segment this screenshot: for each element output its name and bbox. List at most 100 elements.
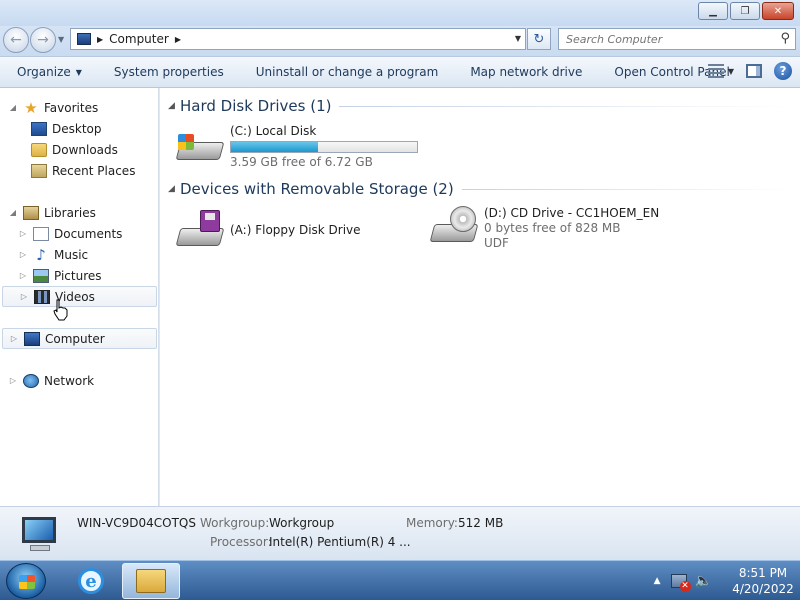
- desktop-icon: [31, 121, 47, 136]
- expanded-arrow-icon[interactable]: ◢: [168, 101, 180, 111]
- address-bar[interactable]: ▶ Computer ▶ ▼: [70, 28, 526, 50]
- nav-item-pictures[interactable]: ▷ Pictures: [18, 265, 102, 286]
- taskbar: e ▲ 🔈 8:51 PM 4/20/2022: [0, 560, 800, 600]
- breadcrumb-separator-icon[interactable]: ▶: [175, 35, 181, 44]
- back-button[interactable]: ←: [3, 27, 29, 53]
- content-area: ◢ Hard Disk Drives (1) (C:) Local Disk 3…: [160, 88, 800, 506]
- collapsed-arrow-icon[interactable]: ▷: [18, 271, 28, 280]
- nav-item-downloads[interactable]: Downloads: [26, 139, 118, 160]
- command-bar: Organize ▼ System properties Uninstall or…: [0, 56, 800, 88]
- system-tray: ▲ 🔈 8:51 PM 4/20/2022: [654, 561, 800, 600]
- nav-label: Documents: [54, 226, 123, 241]
- downloads-folder-icon: [31, 142, 47, 157]
- drive-filesystem: UDF: [484, 236, 509, 250]
- change-view-icon[interactable]: [707, 64, 724, 78]
- music-note-icon: ♪: [36, 245, 46, 264]
- folder-icon: [136, 569, 166, 593]
- close-icon: ✕: [773, 5, 783, 17]
- nav-item-desktop[interactable]: Desktop: [26, 118, 102, 139]
- nav-item-music[interactable]: ▷ ♪ Music: [18, 244, 88, 265]
- nav-item-documents[interactable]: ▷ Documents: [18, 223, 122, 244]
- expanded-arrow-icon[interactable]: ◢: [8, 208, 18, 217]
- nav-label: Libraries: [44, 205, 96, 220]
- forward-button[interactable]: →: [30, 27, 56, 53]
- start-button[interactable]: [6, 563, 46, 599]
- expanded-arrow-icon[interactable]: ◢: [168, 184, 180, 194]
- cd-drive-icon: [429, 206, 480, 250]
- search-icon[interactable]: ⚲: [780, 31, 790, 46]
- pictures-icon: [33, 268, 49, 283]
- restore-button[interactable]: ❐: [730, 2, 760, 20]
- clock-time: 8:51 PM: [738, 566, 788, 580]
- address-dropdown-icon[interactable]: ▼: [515, 34, 521, 43]
- documents-icon: [33, 226, 49, 241]
- nav-item-libraries[interactable]: ◢ Libraries: [8, 202, 96, 223]
- refresh-button[interactable]: ↻: [527, 28, 551, 50]
- drive-details: (C:) Local Disk 3.59 GB free of 6.72 GB: [230, 124, 418, 170]
- libraries-icon: [23, 205, 39, 220]
- nav-item-network[interactable]: ▷ Network: [8, 370, 94, 391]
- breadcrumb-separator-icon[interactable]: ▶: [97, 35, 103, 44]
- recent-pages-dropdown-icon[interactable]: ▼: [58, 35, 64, 44]
- minimize-button[interactable]: ▁: [698, 2, 728, 20]
- clock[interactable]: 8:51 PM 4/20/2022: [726, 565, 800, 597]
- refresh-icon: ↻: [533, 31, 545, 47]
- group-header-removable-storage[interactable]: ◢ Devices with Removable Storage (2): [168, 179, 792, 199]
- nav-item-recent-places[interactable]: Recent Places: [26, 160, 135, 181]
- collapsed-arrow-icon[interactable]: ▷: [19, 292, 29, 301]
- organize-button[interactable]: Organize ▼: [0, 57, 97, 87]
- clock-date: 4/20/2022: [732, 582, 794, 596]
- network-globe-icon: [23, 373, 39, 388]
- drive-item-d[interactable]: (D:) CD Drive - CC1HOEM_EN 0 bytes free …: [429, 206, 659, 251]
- preview-pane-icon[interactable]: [746, 64, 762, 78]
- volume-muted-icon[interactable]: 🔈: [695, 573, 712, 589]
- system-properties-button[interactable]: System properties: [97, 57, 239, 87]
- expanded-arrow-icon[interactable]: ◢: [8, 103, 18, 112]
- show-hidden-icons-icon[interactable]: ▲: [654, 576, 661, 586]
- hand-pointer-cursor-icon: [53, 299, 68, 321]
- collapsed-arrow-icon[interactable]: ▷: [18, 229, 28, 238]
- search-input[interactable]: [559, 29, 759, 49]
- nav-item-videos[interactable]: ▷ Videos: [2, 286, 157, 307]
- nav-label: Favorites: [44, 100, 99, 115]
- drive-free-space: 3.59 GB free of 6.72 GB: [230, 155, 373, 169]
- help-icon[interactable]: ?: [774, 62, 792, 80]
- collapsed-arrow-icon[interactable]: ▷: [9, 334, 19, 343]
- search-box[interactable]: ⚲: [558, 28, 796, 50]
- computer-icon: [24, 331, 40, 346]
- drive-name: (D:) CD Drive - CC1HOEM_EN: [484, 206, 660, 220]
- navigation-pane: ◢ ★ Favorites Desktop Downloads Recent P…: [0, 88, 159, 506]
- close-button[interactable]: ✕: [762, 2, 794, 20]
- computer-name: WIN-VC9D04COTQS: [77, 516, 196, 530]
- uninstall-program-button[interactable]: Uninstall or change a program: [239, 57, 454, 87]
- organize-label: Organize: [17, 65, 71, 79]
- chevron-down-icon: ▼: [75, 67, 82, 77]
- taskbar-internet-explorer[interactable]: e: [62, 563, 120, 599]
- recent-places-icon: [31, 163, 47, 178]
- drive-item-a[interactable]: (A:) Floppy Disk Drive: [175, 210, 361, 254]
- chevron-down-icon[interactable]: ▼: [728, 67, 734, 76]
- film-strip-icon: [34, 289, 50, 304]
- nav-label: Desktop: [52, 121, 102, 136]
- minimize-icon: ▁: [709, 5, 717, 17]
- address-row: ← → ▼ ▶ Computer ▶ ▼ ↻ ⚲: [0, 26, 800, 56]
- nav-item-favorites[interactable]: ◢ ★ Favorites: [8, 97, 98, 118]
- network-disconnected-icon[interactable]: [670, 574, 691, 592]
- map-network-drive-button[interactable]: Map network drive: [453, 57, 597, 87]
- taskbar-windows-explorer[interactable]: [122, 563, 180, 599]
- drive-details: (D:) CD Drive - CC1HOEM_EN 0 bytes free …: [484, 206, 659, 251]
- floppy-drive-icon: [175, 210, 226, 254]
- forward-arrow-icon: →: [37, 32, 49, 48]
- drive-free-space: 0 bytes free of 828 MB: [484, 221, 621, 235]
- breadcrumb-computer[interactable]: Computer: [109, 32, 169, 46]
- nav-item-computer[interactable]: ▷ Computer: [2, 328, 157, 349]
- restore-icon: ❐: [740, 5, 750, 17]
- processor-label: Processor:: [210, 535, 272, 549]
- collapsed-arrow-icon[interactable]: ▷: [8, 376, 18, 385]
- computer-icon: [77, 33, 91, 45]
- group-header-hard-disk-drives[interactable]: ◢ Hard Disk Drives (1): [168, 96, 792, 116]
- nav-label: Downloads: [52, 142, 118, 157]
- memory-value: 512 MB: [458, 516, 504, 530]
- collapsed-arrow-icon[interactable]: ▷: [18, 250, 28, 259]
- drive-item-c[interactable]: (C:) Local Disk 3.59 GB free of 6.72 GB: [175, 124, 418, 170]
